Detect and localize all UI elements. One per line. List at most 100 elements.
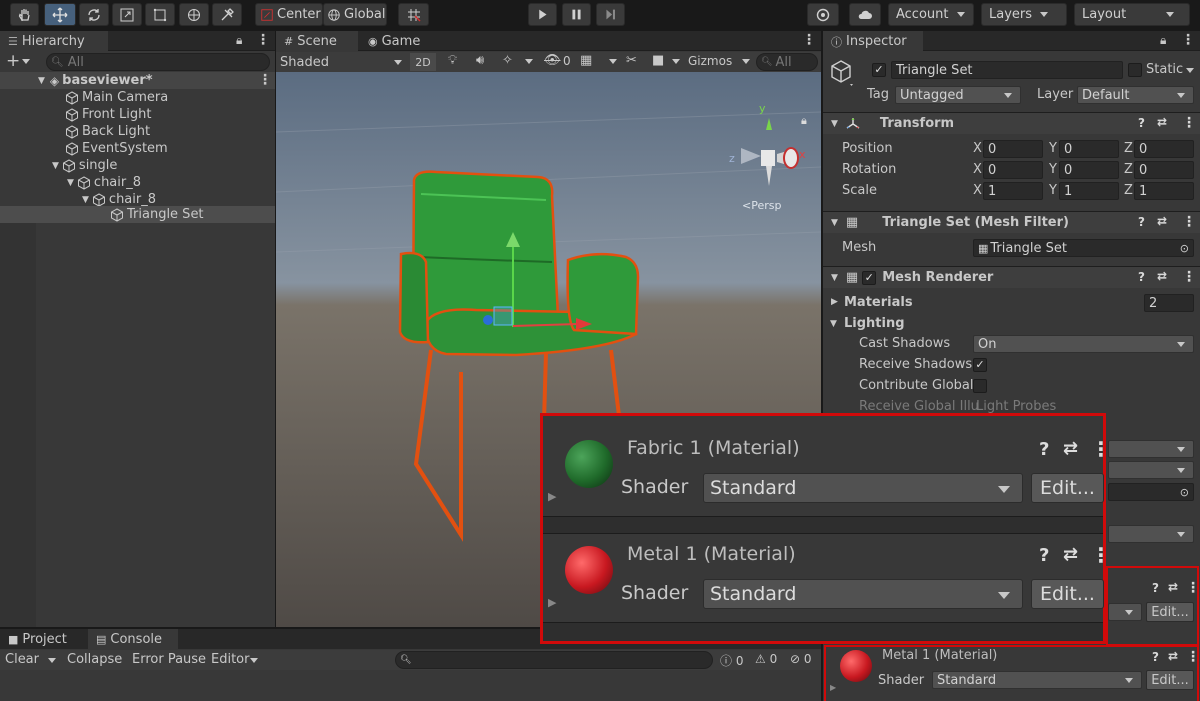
- rotation-y-field[interactable]: 0: [1059, 161, 1119, 179]
- layer-dropdown[interactable]: Default: [1077, 86, 1194, 104]
- hidden-dropdown-2[interactable]: [1108, 461, 1194, 479]
- help-icon[interactable]: ?: [1039, 439, 1049, 460]
- clear-button[interactable]: Clear: [5, 652, 39, 667]
- play-button[interactable]: [528, 3, 557, 26]
- hierarchy-item-back-light[interactable]: Back Light: [65, 123, 150, 140]
- preset-sliders-icon[interactable]: ⇄: [1157, 269, 1167, 283]
- layout-dropdown[interactable]: Layout: [1074, 3, 1190, 26]
- audio-icon[interactable]: 🔊︎: [476, 53, 484, 68]
- hierarchy-item-chair-8[interactable]: ▼ chair_8: [67, 174, 141, 191]
- tools-toggle-icon[interactable]: ✂︎: [626, 53, 637, 68]
- help-icon[interactable]: ?: [1152, 650, 1159, 664]
- rotation-x-field[interactable]: 0: [983, 161, 1043, 179]
- gizmos-button[interactable]: Gizmos: [688, 54, 732, 68]
- hierarchy-search-input[interactable]: 🔍︎ All: [46, 53, 270, 71]
- component-menu-icon[interactable]: ⋮: [1182, 269, 1196, 285]
- toggle-2d-button[interactable]: 2D: [410, 53, 436, 71]
- expand-arrow-icon[interactable]: ▶: [548, 596, 556, 609]
- help-icon[interactable]: ?: [1138, 116, 1145, 130]
- component-menu-icon[interactable]: ⋮: [1186, 580, 1200, 596]
- component-menu-icon[interactable]: ⋮: [1182, 115, 1196, 131]
- preset-sliders-icon[interactable]: ⇄: [1063, 438, 1078, 459]
- scene-more-menu-icon[interactable]: ⋮: [802, 32, 816, 48]
- small-shader-dropdown[interactable]: Standard: [932, 671, 1142, 689]
- editor-dropdown[interactable]: Editor: [211, 652, 249, 667]
- clear-dropdown-icon[interactable]: [48, 658, 56, 663]
- fabric-shader-dropdown[interactable]: Standard: [703, 473, 1023, 503]
- help-icon[interactable]: ?: [1039, 545, 1049, 566]
- component-menu-icon[interactable]: ⋮: [1091, 543, 1111, 567]
- metal-shader-dropdown[interactable]: Standard: [703, 579, 1023, 609]
- hierarchy-item-eventsystem[interactable]: EventSystem: [65, 140, 168, 157]
- transform-tool-button[interactable]: [179, 3, 209, 26]
- rotation-z-field[interactable]: 0: [1134, 161, 1194, 179]
- mesh-renderer-enabled-checkbox[interactable]: ✓: [862, 270, 877, 285]
- editor-dropdown-icon[interactable]: [250, 658, 258, 663]
- hierarchy-item-front-light[interactable]: Front Light: [65, 106, 151, 123]
- tab-project[interactable]: ■ Project: [0, 629, 82, 650]
- hierarchy-item-single[interactable]: ▼ single: [52, 157, 117, 174]
- mesh-object-field[interactable]: ▦ Triangle Set ⊙: [973, 239, 1194, 257]
- move-tool-button[interactable]: [44, 3, 76, 26]
- preset-sliders-icon[interactable]: ⇄: [1157, 115, 1167, 129]
- rotate-tool-button[interactable]: [79, 3, 109, 26]
- static-dropdown-icon[interactable]: [1186, 68, 1194, 73]
- lock-icon[interactable]: 🔒︎: [236, 33, 242, 48]
- position-y-field[interactable]: 0: [1059, 140, 1119, 158]
- grid-toggle-icon[interactable]: ▦: [580, 53, 592, 68]
- effects-dropdown-icon[interactable]: [525, 59, 533, 64]
- metal-edit-button[interactable]: Edit...: [1031, 579, 1104, 609]
- preset-sliders-icon[interactable]: ⇄: [1157, 214, 1167, 228]
- expand-arrow-icon[interactable]: ▶: [548, 490, 556, 503]
- scale-y-field[interactable]: 1: [1059, 182, 1119, 200]
- hand-tool-button[interactable]: [10, 3, 39, 26]
- scene-menu-icon[interactable]: ⋮: [258, 72, 272, 88]
- layers-dropdown[interactable]: Layers: [981, 3, 1067, 26]
- grid-snap-button[interactable]: [398, 3, 429, 26]
- cast-shadows-dropdown[interactable]: On: [973, 335, 1194, 353]
- object-name-field[interactable]: Triangle Set: [891, 61, 1123, 79]
- effects-icon[interactable]: ✧: [502, 53, 513, 68]
- collapse-button[interactable]: Collapse: [67, 652, 122, 667]
- info-count-badge[interactable]: ⓘ 0: [720, 652, 743, 669]
- preset-sliders-icon[interactable]: ⇄: [1168, 580, 1178, 594]
- scale-tool-button[interactable]: [112, 3, 142, 26]
- inspector-more-menu-icon[interactable]: ⋮: [1181, 32, 1195, 48]
- gameobject-active-checkbox[interactable]: ✓: [872, 63, 886, 77]
- partial-edit-button[interactable]: Edit...: [1146, 602, 1194, 622]
- step-button[interactable]: [596, 3, 625, 26]
- create-dropdown-arrow-icon[interactable]: [22, 59, 30, 64]
- help-icon[interactable]: ?: [1138, 215, 1145, 229]
- tab-inspector[interactable]: ⓘ Inspector: [823, 31, 923, 52]
- scene-search-input[interactable]: 🔍︎ All: [756, 53, 818, 71]
- fabric-edit-button[interactable]: Edit...: [1031, 473, 1104, 503]
- object-picker-icon[interactable]: ⊙: [1180, 486, 1189, 499]
- error-count-badge[interactable]: ⊘ 0: [790, 652, 812, 666]
- account-dropdown[interactable]: Account: [888, 3, 974, 26]
- receive-shadows-checkbox[interactable]: ✓: [973, 358, 987, 372]
- pivot-center-toggle[interactable]: Center: [255, 3, 323, 26]
- hidden-objects-eye-icon[interactable]: 👁︎: [544, 53, 561, 68]
- help-icon[interactable]: ?: [1152, 581, 1159, 595]
- collapse-arrow-icon[interactable]: ▼: [830, 319, 837, 329]
- preset-sliders-icon[interactable]: ⇄: [1063, 544, 1078, 565]
- component-menu-icon[interactable]: ⋮: [1186, 649, 1200, 665]
- camera-dropdown-icon[interactable]: [672, 59, 680, 64]
- collab-button[interactable]: [807, 3, 839, 26]
- console-search-input[interactable]: 🔍︎: [395, 651, 713, 669]
- tab-console[interactable]: ▤ Console: [88, 629, 178, 650]
- tab-scene[interactable]: # Scene: [276, 31, 358, 52]
- rect-tool-button[interactable]: [145, 3, 175, 26]
- small-edit-button[interactable]: Edit...: [1146, 670, 1194, 690]
- camera-icon[interactable]: ■: [652, 53, 664, 68]
- help-icon[interactable]: ?: [1138, 270, 1145, 284]
- inspector-lock-icon[interactable]: 🔒︎: [1160, 33, 1166, 48]
- scale-x-field[interactable]: 1: [983, 182, 1043, 200]
- more-menu-icon[interactable]: ⋮: [256, 32, 270, 48]
- preset-sliders-icon[interactable]: ⇄: [1168, 649, 1178, 663]
- warning-count-badge[interactable]: ⚠ 0: [755, 652, 777, 666]
- cloud-button[interactable]: [849, 3, 881, 26]
- tab-game[interactable]: ◉ Game: [360, 31, 430, 52]
- scale-z-field[interactable]: 1: [1134, 182, 1194, 200]
- hidden-dropdown-1[interactable]: [1108, 440, 1194, 458]
